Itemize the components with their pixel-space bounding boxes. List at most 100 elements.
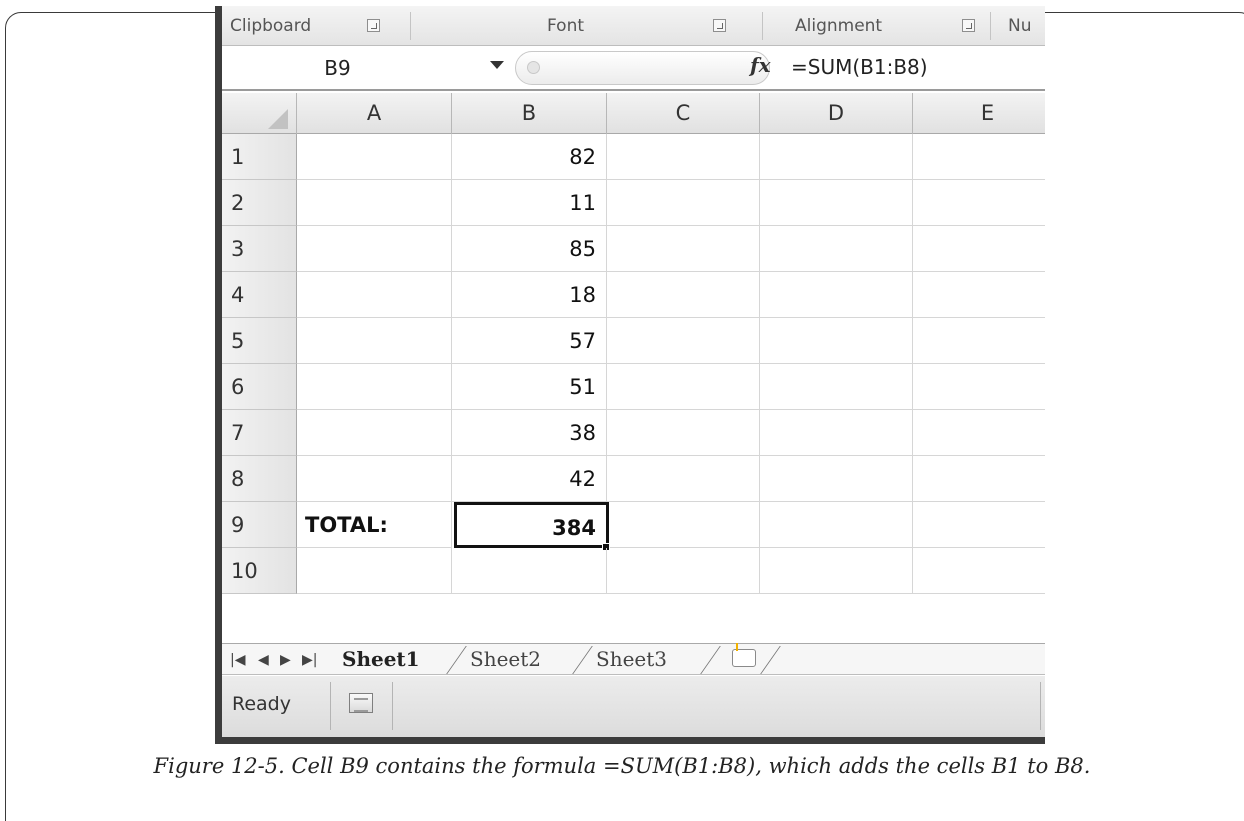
font-launcher-icon[interactable]: [713, 19, 726, 32]
cell-e6[interactable]: [913, 364, 1045, 410]
cell-c10[interactable]: [607, 548, 760, 594]
cell-c1[interactable]: [607, 134, 760, 180]
row-header[interactable]: 6: [222, 364, 297, 410]
cell-a2[interactable]: [297, 180, 452, 226]
cell-c5[interactable]: [607, 318, 760, 364]
cell-d3[interactable]: [760, 226, 913, 272]
cancel-icon[interactable]: [527, 61, 540, 74]
tab-sheet1[interactable]: Sheet1: [342, 644, 420, 674]
alignment-launcher-icon[interactable]: [962, 19, 975, 32]
cell-e7[interactable]: [913, 410, 1045, 456]
ribbon-group-font[interactable]: Font: [547, 6, 584, 46]
cell-b5[interactable]: 57: [452, 318, 607, 364]
row-header[interactable]: 9: [222, 502, 297, 548]
cell-a9[interactable]: TOTAL:: [297, 502, 452, 548]
cell-b8[interactable]: 42: [452, 456, 607, 502]
cell-e2[interactable]: [913, 180, 1045, 226]
cell-b7[interactable]: 38: [452, 410, 607, 456]
prev-sheet-icon[interactable]: ◀: [258, 650, 269, 670]
cell-e4[interactable]: [913, 272, 1045, 318]
row-header[interactable]: 2: [222, 180, 297, 226]
cell-b6[interactable]: 51: [452, 364, 607, 410]
excel-window: Clipboard Font Alignment Nu B9 fx =SUM(B…: [215, 6, 1045, 744]
cell-c2[interactable]: [607, 180, 760, 226]
tab-sheet2[interactable]: Sheet2: [470, 644, 541, 674]
figure-caption: Figure 12-5. Cell B9 contains the formul…: [153, 754, 1091, 778]
chevron-down-icon[interactable]: [490, 61, 504, 69]
ribbon-group-number[interactable]: Nu: [1008, 6, 1032, 46]
cell-d7[interactable]: [760, 410, 913, 456]
cell-c8[interactable]: [607, 456, 760, 502]
cell-d2[interactable]: [760, 180, 913, 226]
cell-d9[interactable]: [760, 502, 913, 548]
macro-record-icon[interactable]: [349, 693, 373, 713]
tab-divider: [700, 646, 721, 674]
status-divider: [392, 682, 393, 730]
ribbon-group-clipboard[interactable]: Clipboard: [230, 6, 311, 46]
cell-d1[interactable]: [760, 134, 913, 180]
insert-sheet-icon[interactable]: [732, 643, 756, 667]
table-row: 9 TOTAL: 384: [222, 502, 1045, 548]
cell-d8[interactable]: [760, 456, 913, 502]
column-header-c[interactable]: C: [607, 93, 760, 134]
cell-d10[interactable]: [760, 548, 913, 594]
last-sheet-icon[interactable]: ▶|: [302, 650, 317, 670]
cell-c4[interactable]: [607, 272, 760, 318]
table-row: 10: [222, 548, 1045, 594]
cell-b2[interactable]: 11: [452, 180, 607, 226]
cell-a5[interactable]: [297, 318, 452, 364]
table-row: 1 82: [222, 134, 1045, 180]
cell-b1[interactable]: 82: [452, 134, 607, 180]
next-sheet-icon[interactable]: ▶: [280, 650, 291, 670]
select-all-corner[interactable]: [222, 93, 297, 134]
cell-a8[interactable]: [297, 456, 452, 502]
tab-divider: [760, 646, 781, 674]
cell-e10[interactable]: [913, 548, 1045, 594]
insert-function-icon[interactable]: fx: [750, 53, 771, 77]
cell-a6[interactable]: [297, 364, 452, 410]
cell-c7[interactable]: [607, 410, 760, 456]
cell-d5[interactable]: [760, 318, 913, 364]
cell-b10[interactable]: [452, 548, 607, 594]
cell-a10[interactable]: [297, 548, 452, 594]
column-header-e[interactable]: E: [913, 93, 1045, 134]
cell-e3[interactable]: [913, 226, 1045, 272]
row-header[interactable]: 3: [222, 226, 297, 272]
formula-input[interactable]: =SUM(B1:B8): [791, 55, 928, 79]
tab-sheet3[interactable]: Sheet3: [596, 644, 667, 674]
cell-e1[interactable]: [913, 134, 1045, 180]
cell-e5[interactable]: [913, 318, 1045, 364]
cell-a3[interactable]: [297, 226, 452, 272]
column-header-a[interactable]: A: [297, 93, 452, 134]
table-row: 2 11: [222, 180, 1045, 226]
cell-b3[interactable]: 85: [452, 226, 607, 272]
cell-a7[interactable]: [297, 410, 452, 456]
row-header[interactable]: 10: [222, 548, 297, 594]
status-divider: [1040, 682, 1041, 730]
cell-e8[interactable]: [913, 456, 1045, 502]
cell-c9[interactable]: [609, 502, 760, 548]
cell-d4[interactable]: [760, 272, 913, 318]
name-box[interactable]: B9: [230, 50, 445, 86]
cell-b9-selected[interactable]: 384: [454, 502, 609, 548]
row-header[interactable]: 1: [222, 134, 297, 180]
cell-c6[interactable]: [607, 364, 760, 410]
row-header[interactable]: 8: [222, 456, 297, 502]
cell-b4[interactable]: 18: [452, 272, 607, 318]
column-header-d[interactable]: D: [760, 93, 913, 134]
column-header-b[interactable]: B: [452, 93, 607, 134]
ribbon-group-alignment[interactable]: Alignment: [795, 6, 882, 46]
row-header[interactable]: 5: [222, 318, 297, 364]
cell-d6[interactable]: [760, 364, 913, 410]
first-sheet-icon[interactable]: |◀: [230, 650, 245, 670]
formula-bar: B9 fx =SUM(B1:B8): [222, 47, 1045, 91]
clipboard-launcher-icon[interactable]: [367, 19, 380, 32]
cell-e9[interactable]: [913, 502, 1045, 548]
cell-c3[interactable]: [607, 226, 760, 272]
ribbon-divider: [990, 12, 991, 40]
row-header[interactable]: 4: [222, 272, 297, 318]
row-header[interactable]: 7: [222, 410, 297, 456]
cell-a1[interactable]: [297, 134, 452, 180]
cell-a4[interactable]: [297, 272, 452, 318]
status-divider: [330, 682, 331, 730]
